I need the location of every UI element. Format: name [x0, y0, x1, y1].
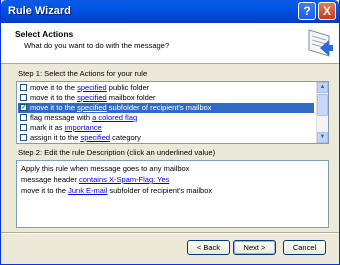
close-button[interactable]: X: [318, 2, 336, 20]
description-line: move it to the Junk E-mail subfolder of …: [21, 186, 212, 195]
action-label: move it to the specified mailbox folder: [30, 93, 156, 103]
back-button[interactable]: < Back: [187, 240, 230, 255]
action-label: move it to the specified public folder: [30, 83, 149, 93]
scroll-down-icon[interactable]: ▼: [317, 132, 328, 143]
action-item[interactable]: mark it as importance: [18, 123, 314, 133]
description-text: move it to the: [21, 186, 69, 195]
action-item[interactable]: assign it to the specified category: [18, 133, 314, 143]
description-link[interactable]: Junk E-mail: [68, 186, 107, 195]
action-link[interactable]: a colored flag: [92, 113, 137, 122]
action-text: move it to the: [30, 83, 78, 92]
title-bar[interactable]: Rule Wizard ? X: [1, 0, 339, 23]
wizard-header: Select Actions What do you want to do wi…: [1, 23, 339, 64]
action-label: assign it to the specified category: [30, 133, 141, 143]
rule-description-box: Apply this rule when message goes to any…: [16, 160, 329, 228]
description-text: subfolder of recipient's mailbox: [107, 186, 213, 195]
action-checkbox[interactable]: [20, 124, 27, 131]
rule-wizard-icon: [308, 29, 333, 57]
action-checkbox[interactable]: [20, 84, 27, 91]
action-checkbox[interactable]: [20, 94, 27, 101]
scroll-up-icon[interactable]: ▲: [317, 82, 328, 93]
scroll-thumb[interactable]: [317, 94, 328, 116]
action-item[interactable]: move it to the specified mailbox folder: [18, 93, 314, 103]
action-text: mark it as: [30, 123, 65, 132]
actions-scrollbar[interactable]: ▲ ▼: [316, 82, 328, 143]
action-label: move it to the specified subfolder of re…: [30, 103, 212, 113]
action-text: flag message with: [30, 113, 93, 122]
description-line: message header contains X-Spam-Flag: Yes: [21, 175, 169, 184]
description-text: Apply this rule when message goes to any…: [21, 164, 190, 173]
action-link[interactable]: specified: [77, 93, 107, 102]
cancel-button[interactable]: Cancel: [283, 240, 326, 255]
action-label: mark it as importance: [30, 123, 102, 133]
action-item[interactable]: ✓ move it to the specified subfolder of r…: [18, 103, 314, 113]
action-text: move it to the: [30, 93, 78, 102]
action-item[interactable]: flag message with a colored flag: [18, 113, 314, 123]
description-line: Apply this rule when message goes to any…: [21, 164, 189, 173]
page-subtitle: What do you want to do with the message?: [24, 41, 170, 50]
action-checkbox[interactable]: ✓: [20, 104, 27, 111]
action-link[interactable]: specified: [77, 83, 107, 92]
window-title: Rule Wizard: [8, 5, 71, 17]
next-button[interactable]: Next >: [233, 240, 276, 255]
action-link[interactable]: specified: [77, 103, 107, 112]
action-text: mailbox folder: [106, 93, 156, 102]
actions-listbox[interactable]: move it to the specified public folder mo…: [16, 81, 329, 144]
page-title: Select Actions: [15, 29, 74, 39]
help-button[interactable]: ?: [298, 2, 316, 20]
action-text: category: [110, 133, 141, 142]
button-separator: [1, 232, 339, 234]
action-link[interactable]: importance: [65, 123, 102, 132]
action-link[interactable]: specified: [80, 133, 110, 142]
description-text: message header: [21, 175, 79, 184]
action-text: subfolder of recipient's mailbox: [106, 103, 212, 112]
action-item[interactable]: move it to the specified public folder: [18, 83, 314, 93]
action-text: move it to the: [30, 103, 78, 112]
action-checkbox[interactable]: [20, 114, 27, 121]
step2-label: Step 2: Edit the rule Description (click…: [18, 148, 216, 157]
action-text: assign it to the: [30, 133, 81, 142]
action-checkbox[interactable]: [20, 134, 27, 141]
action-label: flag message with a colored flag: [30, 113, 137, 123]
rule-wizard-window: Rule Wizard ? X Select Actions What do y…: [0, 0, 340, 265]
description-link[interactable]: contains X-Spam-Flag: Yes: [79, 175, 169, 184]
step1-label: Step 1: Select the Actions for your rule: [18, 69, 148, 78]
action-text: public folder: [106, 83, 150, 92]
